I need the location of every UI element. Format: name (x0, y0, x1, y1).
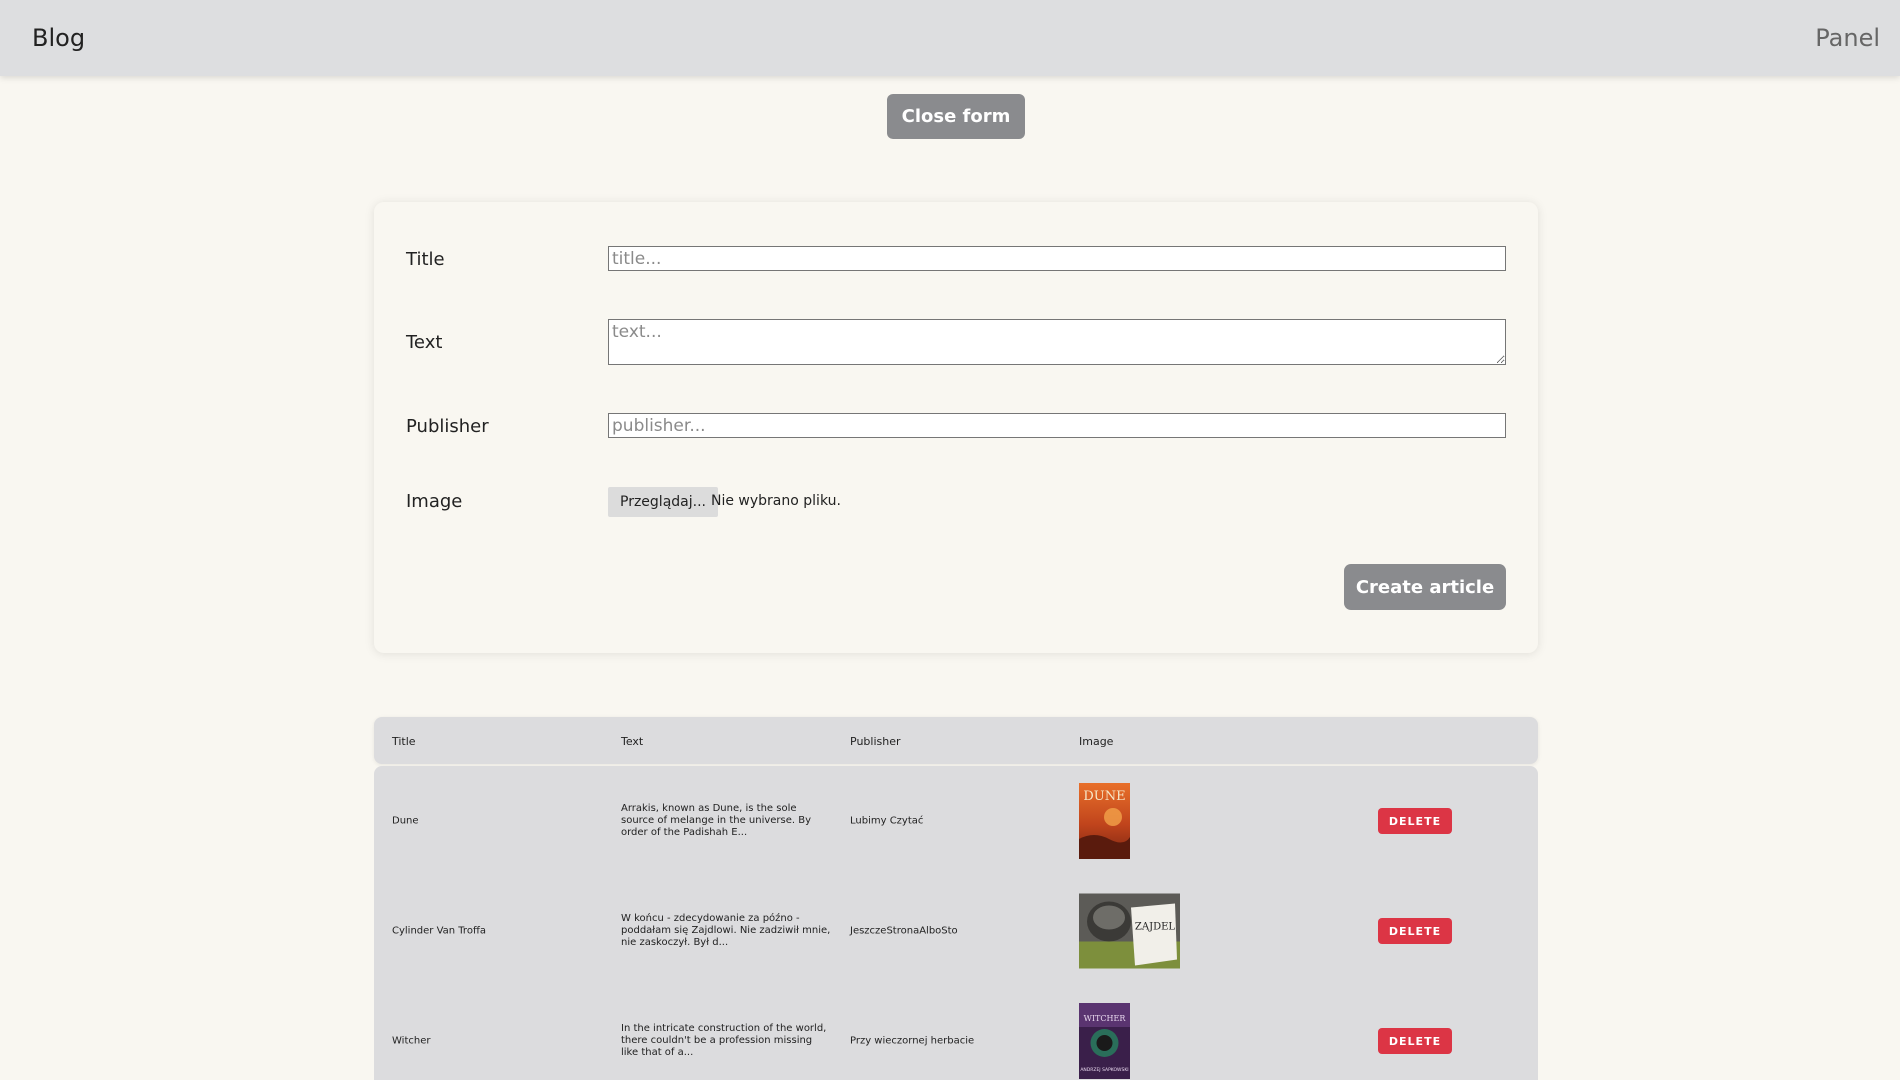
row-text: Arrakis, known as Dune, is the sole sour… (621, 803, 812, 838)
row-title: Dune (392, 815, 419, 827)
delete-button[interactable]: DELETE (1378, 1028, 1452, 1054)
image-label: Image (406, 491, 463, 512)
row-text: In the intricate construction of the wor… (621, 1023, 827, 1058)
svg-text:WITCHER: WITCHER (1084, 1014, 1127, 1023)
file-browse-button[interactable]: Przeglądaj... (608, 487, 718, 517)
row-publisher: JeszczeStronaAlboSto (850, 925, 958, 937)
row-text: W końcu - zdecydowanie za późno - poddał… (621, 913, 831, 948)
delete-button[interactable]: DELETE (1378, 918, 1452, 944)
cylinder-cover-image: ZAJDEL (1079, 893, 1180, 969)
text-input[interactable] (608, 319, 1506, 365)
title-input[interactable] (608, 246, 1506, 271)
table-row: Cylinder Van Troffa W końcu - zdecydowan… (374, 876, 1538, 986)
delete-button[interactable]: DELETE (1378, 808, 1452, 834)
column-header-title: Title (392, 735, 416, 748)
column-header-publisher: Publisher (850, 735, 901, 748)
table-row: Dune Arrakis, known as Dune, is the sole… (374, 766, 1538, 876)
row-publisher: Lubimy Czytać (850, 815, 924, 827)
file-status-text: Nie wybrano pliku. (711, 493, 841, 509)
dune-cover-image: DUNE (1079, 783, 1130, 859)
svg-text:ZAJDEL: ZAJDEL (1135, 922, 1175, 933)
publisher-label: Publisher (406, 416, 489, 437)
column-header-text: Text (621, 735, 644, 748)
column-header-image: Image (1079, 735, 1114, 748)
svg-text:DUNE: DUNE (1083, 789, 1125, 804)
table-row: Witcher In the intricate construction of… (374, 986, 1538, 1080)
article-form: Title Text Publisher Image Przeglądaj...… (374, 202, 1538, 653)
publisher-input[interactable] (608, 413, 1506, 438)
articles-table-header: Title Text Publisher Image (374, 717, 1538, 764)
witcher-cover-image: WITCHER ANDRZEJ SAPKOWSKI (1079, 1003, 1130, 1079)
panel-link[interactable]: Panel (1815, 24, 1880, 52)
title-label: Title (406, 249, 445, 270)
svg-text:ANDRZEJ SAPKOWSKI: ANDRZEJ SAPKOWSKI (1080, 1067, 1128, 1073)
top-navbar: Blog Panel (0, 0, 1900, 76)
row-title: Cylinder Van Troffa (392, 925, 486, 937)
row-title: Witcher (392, 1035, 431, 1047)
text-label: Text (406, 332, 443, 353)
brand-link[interactable]: Blog (32, 24, 85, 52)
row-publisher: Przy wieczornej herbacie (850, 1035, 975, 1047)
create-article-button[interactable]: Create article (1344, 564, 1506, 610)
articles-table-body: Dune Arrakis, known as Dune, is the sole… (374, 766, 1538, 1080)
close-form-button[interactable]: Close form (887, 94, 1025, 139)
